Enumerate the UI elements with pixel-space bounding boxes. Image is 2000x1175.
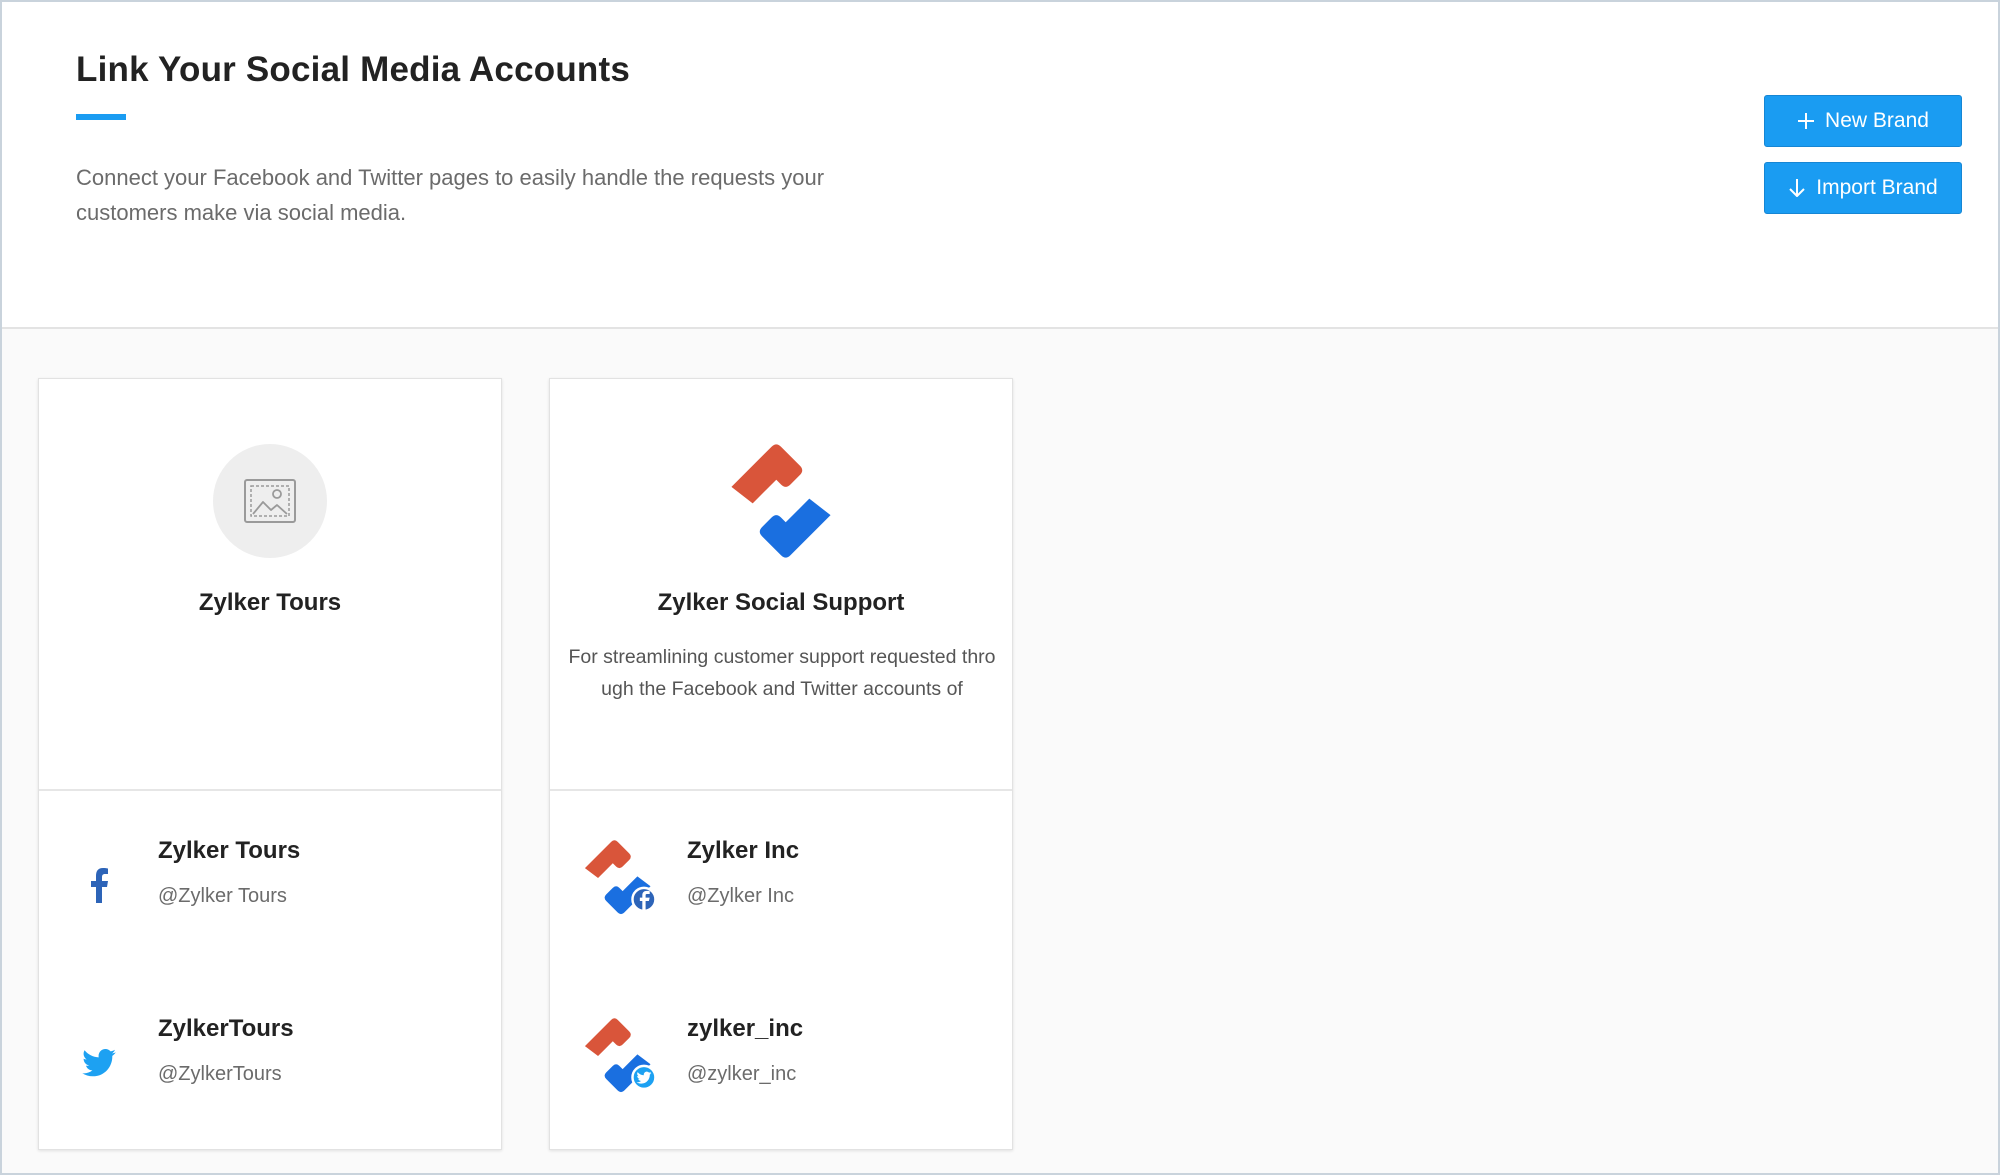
- import-brand-label: Import Brand: [1816, 176, 1938, 199]
- page-description: Connect your Facebook and Twitter pages …: [76, 165, 825, 225]
- twitter-icon: [81, 1045, 117, 1081]
- image-placeholder-icon: [244, 479, 296, 523]
- brand-card-header: Zylker Social Support For streamlining c…: [550, 379, 1012, 791]
- account-name: Zylker Tours: [158, 837, 301, 864]
- zylker-facebook-icon: [584, 840, 657, 915]
- account-item-twitter[interactable]: ZylkerTours @ZylkerTours: [39, 1007, 501, 1127]
- account-name: zylker_inc: [687, 1015, 804, 1042]
- account-name: ZylkerTours: [158, 1015, 294, 1042]
- title-underline: [76, 114, 126, 120]
- page-header: Link Your Social Media Accounts Connect …: [2, 2, 1998, 329]
- import-brand-button[interactable]: Import Brand: [1764, 162, 1962, 214]
- account-item-facebook[interactable]: Zylker Tours @Zylker Tours: [39, 829, 501, 949]
- brand-card-header: Zylker Tours: [39, 379, 501, 791]
- account-handle: @Zylker Inc: [687, 885, 794, 907]
- brand-name: Zylker Tours: [198, 589, 342, 616]
- facebook-icon: [81, 867, 117, 903]
- account-name: Zylker Inc: [687, 837, 800, 864]
- page-title: Link Your Social Media Accounts: [76, 50, 630, 89]
- account-handle: @ZylkerTours: [158, 1063, 282, 1085]
- brand-card-zylker-tours[interactable]: Zylker Tours Zylker Tours @Zylker Tours …: [38, 378, 502, 1150]
- zylker-logo-icon: [731, 444, 831, 558]
- account-item-facebook[interactable]: Zylker Inc @Zylker Inc: [550, 829, 1012, 949]
- brand-description: For streamlining customer support reques…: [568, 646, 996, 700]
- new-brand-button[interactable]: New Brand: [1764, 95, 1962, 147]
- account-handle: @Zylker Tours: [158, 885, 287, 907]
- brand-avatar: [213, 444, 327, 558]
- plus-icon: [1798, 113, 1815, 129]
- page-frame: Link Your Social Media Accounts Connect …: [0, 0, 2000, 1175]
- new-brand-label: New Brand: [1825, 109, 1929, 132]
- brand-card-zylker-social-support[interactable]: Zylker Social Support For streamlining c…: [549, 378, 1013, 1150]
- account-handle: @zylker_inc: [687, 1063, 797, 1085]
- account-item-twitter[interactable]: zylker_inc @zylker_inc: [550, 1007, 1012, 1127]
- brand-name: Zylker Social Support: [657, 589, 905, 616]
- arrow-down-icon: [1789, 179, 1806, 197]
- zylker-twitter-icon: [584, 1018, 657, 1093]
